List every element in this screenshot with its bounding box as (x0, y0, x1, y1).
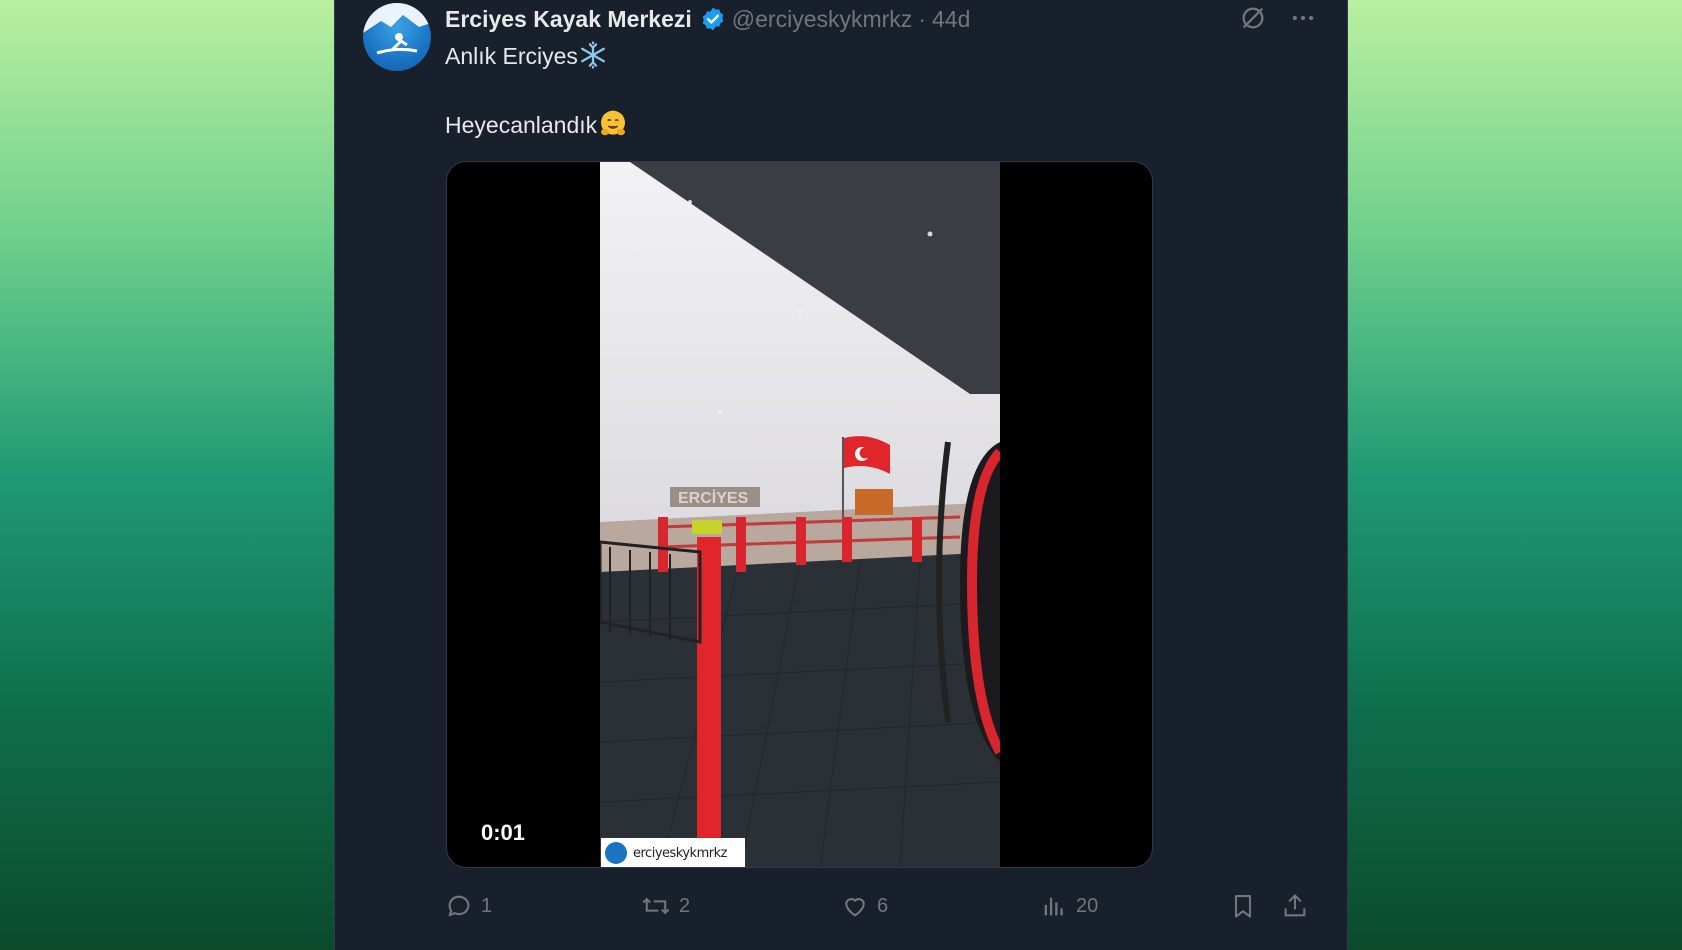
tweet-card[interactable]: Erciyes Kayak Merkezi @erciyeskykmrkz · … (334, 0, 1348, 950)
snowflake-emoji-icon (578, 40, 608, 76)
video-timestamp: 0:01 (481, 820, 526, 845)
top-icons (1239, 4, 1317, 32)
watermark-logo (605, 842, 627, 864)
video-player[interactable]: ERCİYES 0:01 erciyeskykmrkz (446, 161, 1153, 868)
separator-dot: · (918, 5, 926, 32)
video-frame: ERCİYES (600, 162, 1000, 867)
watermark-text: erciyeskykmrkz (633, 845, 727, 861)
views-bar-chart-icon (1040, 892, 1068, 920)
tweet-header: Erciyes Kayak Merkezi @erciyeskykmrkz · … (445, 4, 970, 34)
bookmark-button[interactable] (1229, 892, 1257, 920)
repost-button[interactable]: 2 (641, 892, 690, 920)
views-button[interactable]: 20 (1040, 892, 1098, 920)
tweet-text-line-1: Anlık Erciyes (445, 40, 608, 76)
bookmark-icon (1229, 892, 1257, 920)
reply-count: 1 (481, 894, 493, 917)
avatar[interactable] (363, 3, 431, 71)
action-bar: 1 2 6 20 (445, 892, 1315, 928)
views-count: 20 (1076, 894, 1099, 917)
more-options-icon[interactable] (1289, 4, 1317, 32)
heart-icon (841, 892, 869, 920)
repost-icon (641, 892, 671, 920)
reply-button[interactable]: 1 (445, 892, 492, 920)
share-icon (1281, 892, 1309, 920)
repost-count: 2 (679, 894, 691, 917)
like-count: 6 (877, 894, 889, 917)
erciyes-sign: ERCİYES (678, 489, 749, 507)
video-watermark: erciyeskykmrkz (601, 838, 745, 867)
like-button[interactable]: 6 (841, 892, 888, 920)
handle[interactable]: @erciyeskykmrkz (732, 6, 913, 33)
tweet-text-1: Anlık Erciyes (445, 43, 578, 70)
display-name[interactable]: Erciyes Kayak Merkezi (445, 6, 692, 33)
hugging-face-emoji-icon (597, 108, 629, 146)
reply-icon (445, 892, 473, 920)
verified-badge-icon (700, 6, 726, 32)
grok-icon[interactable] (1239, 4, 1267, 32)
tweet-age[interactable]: 44d (932, 6, 970, 33)
tweet-text-2: Heyecanlandık (445, 112, 598, 139)
share-button[interactable] (1281, 892, 1309, 920)
tweet-text-line-2: Heyecanlandık (445, 108, 629, 146)
